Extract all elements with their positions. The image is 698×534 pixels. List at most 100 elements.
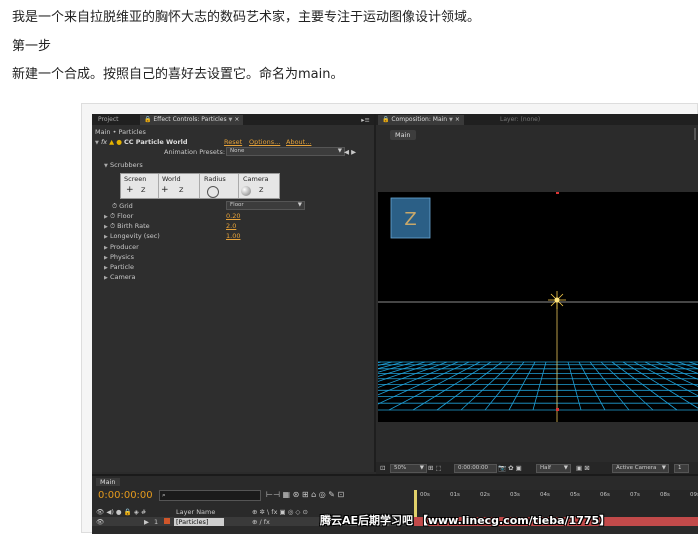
viewer-toolbar: ⊡ 50% ▼ ⊞ ⬚ 0:00:00:00 📷 ✿ ▣ Half ▼ ▣ ⊠ Ac… xyxy=(376,462,698,474)
world-z-scrub[interactable]: Z xyxy=(179,185,183,195)
prop-grid: ⏱ Grid xyxy=(112,202,133,210)
watermark-text: 腾云AE后期学习吧 【www.linecg.com/tieba/1775】 xyxy=(320,514,611,527)
reset-link[interactable]: Reset xyxy=(224,138,242,146)
effect-icon: ● xyxy=(116,138,122,146)
composition-panel: 🔒 Composition: Main ▼ × Layer: (none) Ma… xyxy=(376,114,698,474)
presets-dropdown[interactable]: None ▼ xyxy=(226,147,345,156)
chevron-down-icon: ▼ xyxy=(449,117,453,123)
preset-nav-arrows[interactable]: ◀ ▶ xyxy=(344,148,356,156)
chevron-down-icon: ▼ xyxy=(297,202,302,208)
stopwatch-icon[interactable]: ⏱ xyxy=(112,202,117,210)
camera-z-scrub[interactable]: Z xyxy=(259,185,263,195)
group-camera[interactable]: ▶ Camera xyxy=(104,273,135,281)
effect-name: CC Particle World xyxy=(123,138,188,146)
ruler-tick-label: 05s xyxy=(570,492,580,498)
group-producer[interactable]: ▶ Producer xyxy=(104,243,139,251)
layer-name[interactable]: [Particles] xyxy=(174,518,225,526)
close-icon: × xyxy=(454,116,460,123)
scrubber-widget[interactable]: Screen World Radius Camera + Z + Z Z xyxy=(120,173,280,199)
search-icon: ⌕ xyxy=(162,491,166,499)
viewer-canvas: Z xyxy=(378,192,698,422)
grid-overlay-icon[interactable]: ▣ ⊠ xyxy=(576,464,590,472)
camera-sphere-icon[interactable] xyxy=(241,186,251,196)
scrub-camera-label: Camera xyxy=(243,175,269,183)
prop-floor: ▶ ⏱ Floor xyxy=(104,212,134,220)
tab-effect-controls[interactable]: 🔒 Effect Controls: Particles ▼ × xyxy=(140,115,244,125)
scrub-radius-label: Radius xyxy=(204,175,226,183)
scrubbers-group[interactable]: ▼ Scrubbers xyxy=(104,161,143,169)
ruler-tick-label: 02s xyxy=(480,492,490,498)
preview-toggle-icon[interactable]: ⊡ xyxy=(380,464,385,472)
view-count-dropdown[interactable]: 1 xyxy=(674,464,689,473)
z-logo-letter: Z xyxy=(404,209,416,230)
ruler-tick-label: 08s xyxy=(660,492,670,498)
layer-color-label[interactable] xyxy=(164,518,170,524)
switches-header: ⊕ ✲ \ fx ▣ ◎ ◇ ⊙ xyxy=(252,508,308,516)
layer-number: 1 xyxy=(154,518,159,526)
panel-menu-icon[interactable]: ▸≡ xyxy=(361,116,370,124)
region-icon[interactable]: ⊞ ⬚ xyxy=(428,464,442,472)
presets-label: Animation Presets: xyxy=(164,148,226,156)
ruler-tick-label: 00s xyxy=(420,492,430,498)
timeline-toolbar-icons[interactable]: ⊢⊣ ▦ ⊛ ⊞ ⌂ ◎ ✎ ⊡ xyxy=(266,490,344,499)
search-input[interactable]: ⌕ xyxy=(159,490,261,501)
stopwatch-icon[interactable]: ⏱ xyxy=(110,212,115,220)
fx-toggle[interactable]: fx xyxy=(101,138,107,146)
screen-xy-scrub[interactable]: + xyxy=(126,185,134,195)
ruler-tick-label: 09s xyxy=(690,492,698,498)
tab-layer[interactable]: Layer: (none) xyxy=(496,115,544,125)
grid-dropdown[interactable]: Floor ▼ xyxy=(226,201,305,210)
prop-longevity: ▶ Longevity (sec) xyxy=(104,232,160,240)
article-step-heading: 第一步 xyxy=(12,39,52,54)
tab-composition[interactable]: 🔒 Composition: Main ▼ × xyxy=(378,115,464,125)
snapshot-icon[interactable]: 📷 ✿ ▣ xyxy=(498,464,522,472)
breadcrumb: Main • Particles xyxy=(95,128,146,136)
camera-view-dropdown[interactable]: Active Camera ▼ xyxy=(612,464,669,473)
viewer-timecode[interactable]: 0:00:00:00 xyxy=(454,464,497,473)
after-effects-window: Project 🔒 Effect Controls: Particles ▼ ×… xyxy=(92,114,698,534)
ruler-tick-label: 03s xyxy=(510,492,520,498)
world-xy-scrub[interactable]: + xyxy=(161,185,169,195)
floor-value[interactable]: 0.20 xyxy=(226,212,240,220)
visibility-icon[interactable]: 👁 xyxy=(96,518,104,526)
about-link[interactable]: About... xyxy=(286,138,311,146)
zoom-dropdown[interactable]: 50% ▼ xyxy=(390,464,427,473)
screen-z-scrub[interactable]: Z xyxy=(141,185,145,195)
options-link[interactable]: Options... xyxy=(249,138,280,146)
timeline-header-icons: 👁 ◀) ● 🔒 ◈ # xyxy=(96,508,147,516)
ruler-tick-label: 07s xyxy=(630,492,640,498)
screenshot-frame: Project 🔒 Effect Controls: Particles ▼ ×… xyxy=(81,103,698,534)
lock-icon: 🔒 xyxy=(144,116,154,123)
layer-switches[interactable]: ⊕ / fx xyxy=(252,518,270,526)
comp-name-tab[interactable]: Main xyxy=(390,130,416,140)
lock-icon: 🔒 xyxy=(382,116,392,123)
chevron-down-icon: ▼ xyxy=(337,148,342,154)
radius-circle-icon[interactable] xyxy=(207,186,219,198)
close-icon: × xyxy=(234,116,240,123)
expand-triangle-icon[interactable]: ▼ xyxy=(95,140,99,146)
composition-viewer[interactable]: Z xyxy=(378,192,698,422)
resolution-dropdown[interactable]: Half ▼ xyxy=(536,464,571,473)
article-line-3: 新建一个合成。按照自己的喜好去设置它。命名为main。 xyxy=(12,67,344,82)
scrub-screen-label: Screen xyxy=(124,175,147,183)
ruler-tick-label: 01s xyxy=(450,492,460,498)
birth-rate-value[interactable]: 2.0 xyxy=(226,222,236,230)
expand-triangle-icon[interactable]: ▶ xyxy=(144,518,149,526)
effect-header: ▼ fx ▲ ● CC Particle World xyxy=(95,138,188,146)
tab-project[interactable]: Project xyxy=(94,115,123,125)
group-physics[interactable]: ▶ Physics xyxy=(104,253,134,261)
effect-controls-panel: Project 🔒 Effect Controls: Particles ▼ ×… xyxy=(92,114,376,472)
scrub-world-label: World xyxy=(162,175,181,183)
longevity-value[interactable]: 1.00 xyxy=(226,232,240,240)
chevron-down-icon: ▼ xyxy=(228,117,233,123)
layer-name-header: Layer Name xyxy=(176,508,216,516)
particle-emitter-icon xyxy=(548,291,566,309)
prop-birth-rate: ▶ ⏱ Birth Rate xyxy=(104,222,150,230)
warning-icon: ▲ xyxy=(109,138,115,146)
group-particle[interactable]: ▶ Particle xyxy=(104,263,134,271)
timeline-tab[interactable]: Main xyxy=(96,478,120,486)
timeline-timecode[interactable]: 0:00:00:00 xyxy=(98,490,153,501)
right-panel-tabs: 🔒 Composition: Main ▼ × Layer: (none) xyxy=(376,114,698,125)
left-panel-tabs: Project 🔒 Effect Controls: Particles ▼ ×… xyxy=(92,114,374,125)
stopwatch-icon[interactable]: ⏱ xyxy=(110,222,115,230)
